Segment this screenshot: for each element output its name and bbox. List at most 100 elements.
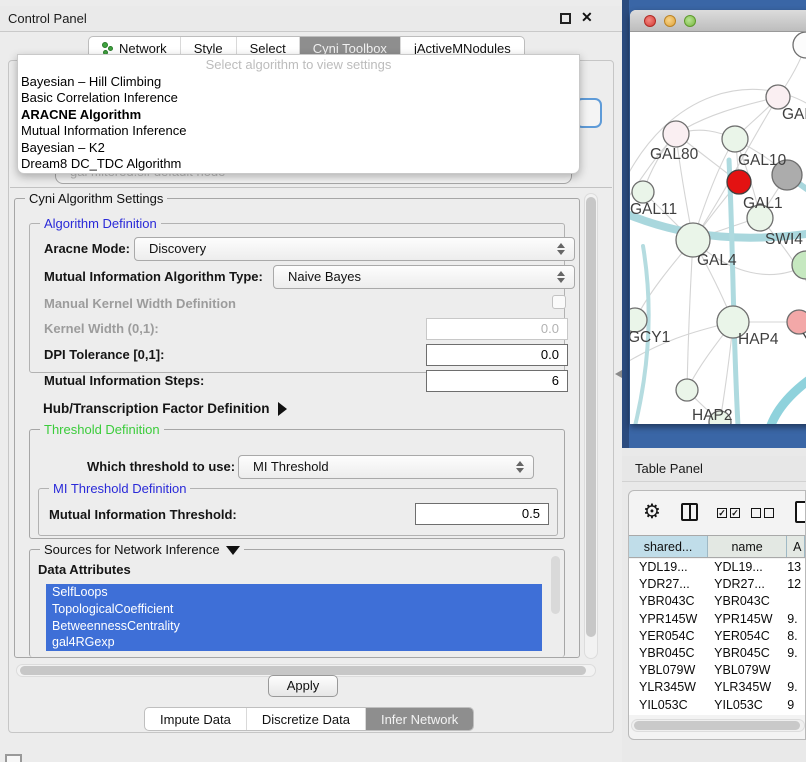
attribute-item-selected[interactable]: SelfLoops [46, 584, 542, 601]
column-header-partial[interactable]: A [787, 536, 805, 557]
network-node[interactable] [792, 251, 806, 279]
network-node[interactable] [722, 126, 748, 152]
node-label: GAL10 [738, 152, 787, 169]
attribute-item-selected[interactable]: TopologicalCoefficient [46, 601, 542, 618]
cell-name: YBR045C [708, 645, 787, 662]
deselect-all-checks-icon[interactable] [751, 508, 774, 518]
manual-kernel-checkbox[interactable] [552, 295, 566, 309]
minimize-window-icon[interactable] [664, 15, 676, 27]
combo-spinner-icon [556, 242, 565, 256]
close-panel-icon[interactable]: ✕ [581, 9, 593, 26]
node-label: GAL1 [743, 195, 783, 212]
control-panel-titlebar: Control Panel ✕ [0, 6, 622, 32]
mi-threshold-field[interactable]: 0.5 [415, 503, 549, 525]
algorithm-option[interactable]: ARACNE Algorithm [18, 107, 579, 123]
column-header-shared[interactable]: shared... [629, 536, 708, 557]
network-edge[interactable] [729, 160, 738, 424]
algorithm-option[interactable]: Dream8 DC_TDC Algorithm [18, 156, 579, 172]
cell-name: YBR043C [708, 593, 787, 610]
cell-shared-name: YDL19... [629, 559, 708, 576]
table-row[interactable]: YIL053C YIL053C 9 [629, 697, 805, 714]
columns-icon[interactable] [681, 503, 698, 521]
network-view-window[interactable]: GALGAL80GAL10GAL11GAL1SWI4GAL4GCY1HAP4YH… [630, 10, 806, 424]
column-header-name[interactable]: name [708, 536, 787, 557]
table-toolbar: ⚙ ✓✓ [629, 491, 805, 535]
network-node[interactable] [663, 121, 689, 147]
table-row[interactable]: YBR043C YBR043C [629, 593, 805, 610]
attribute-item-selected[interactable]: gal4RGexp [46, 634, 542, 651]
close-window-icon[interactable] [644, 15, 656, 27]
network-node[interactable] [727, 170, 751, 194]
network-canvas[interactable]: GALGAL80GAL10GAL11GAL1SWI4GAL4GCY1HAP4YH… [630, 32, 806, 424]
table-row[interactable]: YER054C YER054C 8. [629, 628, 805, 645]
mi-type-combo[interactable]: Naive Bayes [273, 265, 575, 289]
attribute-list-scrollbar[interactable] [551, 556, 560, 614]
table-row[interactable]: YDL19... YDL19... 13 [629, 559, 805, 576]
node-label: Y [802, 331, 806, 348]
float-window-icon[interactable] [560, 13, 571, 24]
cell-partial: 8. [787, 628, 805, 645]
aracne-mode-combo[interactable]: Discovery [134, 237, 575, 261]
table-row[interactable]: YDR27... YDR27... 12 [629, 576, 805, 593]
cell-partial [787, 593, 805, 610]
node-label: SWI4 [765, 231, 803, 248]
cell-shared-name: YDR27... [629, 576, 708, 593]
algorithm-option[interactable]: Mutual Information Inference [18, 123, 579, 139]
settings-vertical-scrollbar[interactable] [584, 193, 598, 659]
hub-definition-toggle[interactable]: Hub/Transcription Factor Definition [43, 401, 287, 416]
network-window-titlebar[interactable] [630, 10, 806, 32]
gear-icon[interactable]: ⚙ [643, 499, 661, 524]
new-table-icon[interactable] [795, 501, 806, 523]
table-panel-titlebar: Table Panel [622, 456, 806, 482]
table-horizontal-scrollbar[interactable] [631, 719, 805, 732]
cell-shared-name: YIL053C [629, 697, 708, 714]
which-threshold-combo[interactable]: MI Threshold [238, 455, 534, 479]
mi-steps-field[interactable]: 6 [426, 370, 568, 392]
which-threshold-label: Which threshold to use: [87, 459, 235, 474]
mi-threshold-title: MI Threshold Definition [49, 481, 190, 496]
scrollbar-thumb[interactable] [634, 721, 800, 730]
table-row[interactable]: YLR345W YLR345W 9. [629, 679, 805, 696]
apply-button[interactable]: Apply [268, 675, 338, 697]
cell-shared-name: YPR145W [629, 611, 708, 628]
network-edge[interactable] [770, 360, 806, 424]
scrollbar-thumb[interactable] [20, 666, 586, 675]
network-node[interactable] [676, 379, 698, 401]
expanded-arrow-icon [226, 546, 240, 555]
sources-group: Sources for Network Inference Data Attri… [29, 549, 565, 657]
table-row[interactable]: YBR045C YBR045C 9. [629, 645, 805, 662]
zoom-window-icon[interactable] [684, 15, 696, 27]
network-edge[interactable] [687, 240, 693, 390]
scrollbar-thumb[interactable] [586, 197, 596, 637]
table-row[interactable]: YPR145W YPR145W 9. [629, 611, 805, 628]
node-label: HAP2 [692, 407, 733, 424]
network-node[interactable] [632, 181, 654, 203]
cell-shared-name: YBR045C [629, 645, 708, 662]
data-attributes-label: Data Attributes [38, 562, 131, 577]
table-row[interactable]: YBL079W YBL079W [629, 662, 805, 679]
algorithm-option[interactable]: Bayesian – Hill Climbing [18, 74, 579, 90]
sources-title[interactable]: Sources for Network Inference [40, 542, 244, 557]
mi-steps-label: Mutual Information Steps: [44, 373, 204, 388]
cyni-mode-tab[interactable]: Infer Network [366, 708, 473, 730]
select-all-checks-icon[interactable]: ✓✓ [717, 508, 740, 518]
algorithm-option[interactable]: Bayesian – K2 [18, 140, 579, 156]
tab-label: Impute Data [160, 712, 231, 727]
table-header-row: shared... name A [629, 535, 805, 558]
minimized-panel-icon[interactable] [5, 754, 22, 762]
kernel-width-label: Kernel Width (0,1): [44, 321, 159, 336]
cell-shared-name: YER054C [629, 628, 708, 645]
dpi-tolerance-label: DPI Tolerance [0,1]: [44, 347, 164, 362]
algorithm-option[interactable]: Basic Correlation Inference [18, 90, 579, 106]
dpi-tolerance-field[interactable]: 0.0 [426, 344, 568, 366]
cyni-mode-tab[interactable]: Discretize Data [247, 708, 366, 730]
network-node[interactable] [793, 32, 806, 58]
kernel-width-field[interactable]: 0.0 [426, 318, 568, 340]
cell-shared-name: YBL079W [629, 662, 708, 679]
attribute-item-selected[interactable]: BetweennessCentrality [46, 618, 542, 635]
node-label: GAL11 [630, 201, 677, 218]
cyni-mode-tab[interactable]: Impute Data [145, 708, 247, 730]
combo-spinner-icon [515, 460, 524, 474]
algorithm-dropdown-popup: Select algorithm to view settings Bayesi… [17, 54, 580, 174]
cell-partial: 9. [787, 679, 805, 696]
